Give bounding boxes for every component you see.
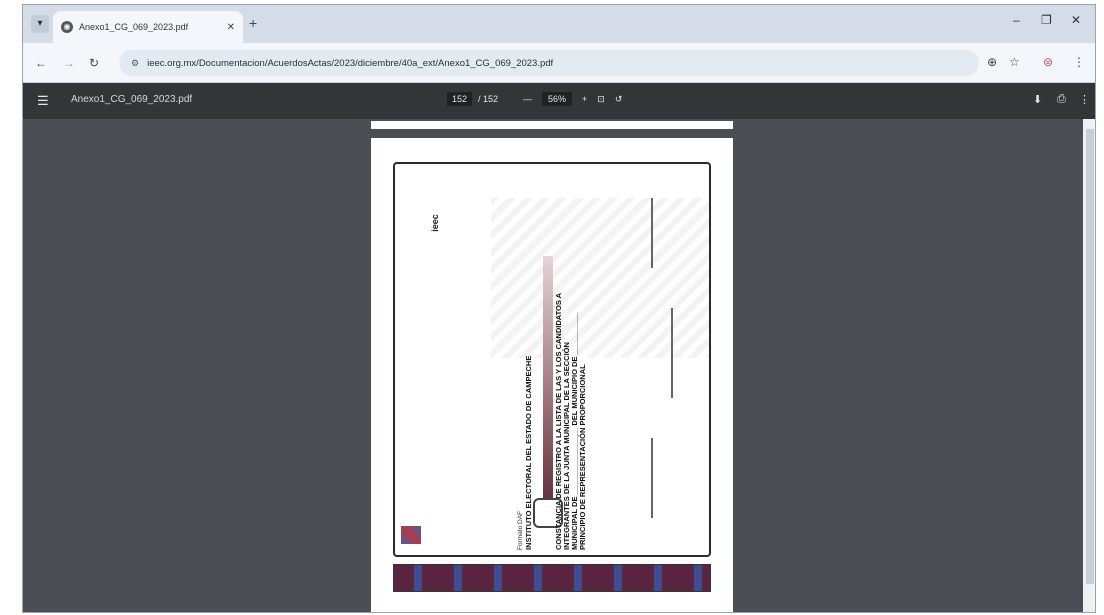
decorative-band bbox=[393, 564, 711, 592]
pdf-page: ieec Formato DAF INSTITUTO ELECTORAL DEL… bbox=[371, 138, 733, 612]
pdf-toolbar: ☰ Anexo1_CG_069_2023.pdf 152 / 152 — 56%… bbox=[23, 83, 1095, 119]
forward-icon[interactable]: → bbox=[63, 56, 75, 70]
pdf-filename: Anexo1_CG_069_2023.pdf bbox=[71, 94, 193, 105]
page-total: / 152 bbox=[478, 94, 499, 104]
tab-strip: ▾ ◉ Anexo1_CG_069_2023.pdf ✕ + – ❐ ✕ bbox=[23, 5, 1095, 43]
seal-emblem bbox=[401, 526, 421, 544]
back-icon[interactable]: ← bbox=[35, 56, 47, 70]
browser-window: ▾ ◉ Anexo1_CG_069_2023.pdf ✕ + – ❐ ✕ ← →… bbox=[22, 4, 1096, 613]
ieec-logo: ieec bbox=[429, 214, 440, 232]
zoom-controls: — 56% + ⊡ ↺ bbox=[523, 92, 622, 106]
page-indicator: 152 / 152 bbox=[447, 92, 498, 106]
url-input[interactable]: ⚙ ieec.org.mx/Documentacion/AcuerdosActa… bbox=[119, 50, 979, 76]
globe-icon: ◉ bbox=[61, 21, 73, 33]
rotate-icon[interactable]: ↺ bbox=[615, 94, 623, 105]
scrollbar-thumb[interactable] bbox=[1086, 129, 1094, 584]
zoom-in-icon[interactable]: + bbox=[582, 94, 587, 104]
tab-close-icon[interactable]: ✕ bbox=[227, 22, 235, 33]
fit-page-icon[interactable]: ⊡ bbox=[597, 94, 605, 105]
tab-active[interactable]: ◉ Anexo1_CG_069_2023.pdf ✕ bbox=[53, 11, 243, 43]
site-info-icon[interactable]: ⚙ bbox=[131, 58, 139, 69]
rotated-document-text: Formato DAF INSTITUTO ELECTORAL DEL ESTA… bbox=[517, 170, 587, 550]
print-icon[interactable]: ⎙ bbox=[1057, 93, 1066, 106]
page-number-input[interactable]: 152 bbox=[447, 92, 473, 106]
previous-page-edge bbox=[371, 121, 733, 129]
new-tab-button[interactable]: + bbox=[249, 15, 257, 31]
tab-title: Anexo1_CG_069_2023.pdf bbox=[79, 22, 189, 32]
reload-icon[interactable]: ↻ bbox=[89, 56, 99, 70]
maximize-icon[interactable]: ❐ bbox=[1041, 13, 1052, 27]
signature-line bbox=[651, 438, 653, 518]
minimize-icon[interactable]: – bbox=[1013, 13, 1020, 27]
doc-title-line4: PRINCIPIO DE REPRESENTACIÓN PROPORCIONAL bbox=[578, 364, 587, 550]
zoom-level-input[interactable]: 56% bbox=[542, 92, 573, 106]
address-bar: ← → ↻ ⚙ ieec.org.mx/Documentacion/Acuerd… bbox=[23, 43, 1095, 83]
menu-dots-icon[interactable]: ⋮ bbox=[1073, 55, 1085, 69]
zoom-icon[interactable]: ⊕ bbox=[987, 55, 997, 69]
signature-line bbox=[651, 198, 653, 268]
download-icon[interactable]: ⬇ bbox=[1033, 93, 1042, 106]
scrollbar[interactable] bbox=[1083, 119, 1095, 612]
signature-line bbox=[671, 308, 673, 398]
zoom-out-icon[interactable]: — bbox=[523, 94, 532, 104]
tab-search-button[interactable]: ▾ bbox=[31, 15, 49, 33]
more-options-icon[interactable]: ⋮ bbox=[1079, 93, 1090, 106]
extension-icon[interactable]: ⊜ bbox=[1043, 55, 1053, 69]
close-window-icon[interactable]: ✕ bbox=[1071, 13, 1081, 27]
url-text: ieec.org.mx/Documentacion/AcuerdosActas/… bbox=[147, 57, 554, 69]
bookmark-star-icon[interactable]: ☆ bbox=[1009, 55, 1020, 69]
hamburger-menu-icon[interactable]: ☰ bbox=[37, 93, 49, 109]
doc-header-line2: INSTITUTO ELECTORAL DEL ESTADO DE CAMPEC… bbox=[524, 355, 533, 550]
